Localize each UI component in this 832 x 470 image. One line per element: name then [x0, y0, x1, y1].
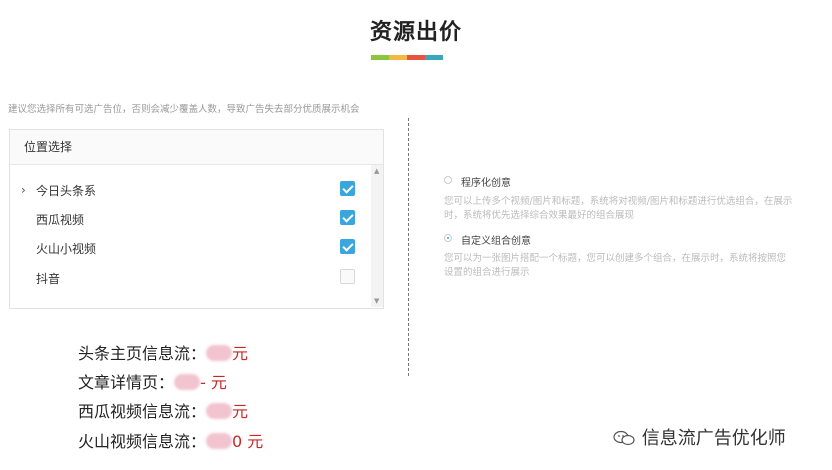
title-underline: [371, 55, 443, 60]
option-description: 您可以为一张图片搭配一个标题，您可以创建多个组合，在展示时，系统将按照您设置的组…: [444, 253, 787, 278]
checkbox-douyin[interactable]: [340, 269, 355, 284]
title-bar-red: [407, 55, 425, 60]
placement-header: 位置选择: [10, 130, 383, 165]
watermark-text: 信息流广告优化师: [641, 428, 786, 449]
price-value: - 元: [200, 373, 227, 392]
watermark: 信息流广告优化师: [612, 424, 786, 450]
expand-arrow-icon[interactable]: ›: [21, 183, 26, 197]
redacted-blur: [206, 345, 233, 361]
radio-custom[interactable]: [444, 234, 452, 242]
placement-hint: 建议您选择所有可选广告位，否则会减少覆盖人数，导致广告失去部分优质展示机会: [8, 104, 360, 115]
placement-item-xigua[interactable]: 西瓜视频: [10, 206, 370, 234]
price-value: 元: [232, 402, 249, 421]
placement-item-huoshan[interactable]: 火山小视频: [10, 235, 370, 263]
placement-item-toutiao[interactable]: › 今日头条系: [10, 177, 370, 205]
price-line: 头条主页信息流： 元: [78, 340, 248, 364]
price-label: 文章详情页：: [78, 373, 175, 392]
redacted-blur: [174, 374, 201, 390]
placement-item-douyin[interactable]: 抖音: [10, 265, 370, 293]
wechat-icon: [613, 430, 635, 446]
checkbox-xigua[interactable]: [340, 210, 355, 225]
placement-item-label: 抖音: [36, 272, 61, 286]
price-line: 文章详情页： - 元: [78, 369, 227, 393]
title-bar-green: [371, 55, 389, 60]
placement-item-label: 今日头条系: [36, 184, 97, 198]
option-label: 自定义组合创意: [461, 236, 531, 247]
title-bar-yellow: [389, 55, 407, 60]
placement-item-label: 火山小视频: [36, 242, 97, 256]
price-label: 西瓜视频信息流：: [78, 402, 207, 421]
redacted-blur: [206, 433, 233, 449]
page-title: 资源出价: [369, 20, 462, 45]
placement-item-label: 西瓜视频: [36, 213, 85, 227]
title-bar-teal: [425, 55, 443, 60]
section-divider: [408, 118, 409, 376]
price-value: 0 元: [232, 432, 264, 451]
radio-programmatic[interactable]: [444, 176, 452, 184]
checkbox-toutiao[interactable]: [340, 181, 355, 196]
redacted-blur: [206, 403, 233, 419]
price-value: 元: [232, 344, 249, 363]
checkbox-huoshan[interactable]: [340, 239, 355, 254]
scroll-down-icon[interactable]: ▼: [374, 297, 379, 305]
price-line: 西瓜视频信息流： 元: [78, 398, 248, 422]
scroll-up-icon[interactable]: ▲: [374, 167, 379, 175]
placement-panel: 位置选择 › 今日头条系 西瓜视频 火山小视频 抖音 ▲ ▼: [9, 129, 384, 309]
option-label: 程序化创意: [461, 178, 511, 189]
option-description: 您可以上传多个视频/图片和标题，系统将对视频/图片和标题进行优选组合，在展示时，…: [444, 196, 793, 221]
price-label: 火山视频信息流：: [78, 432, 207, 451]
placement-scrollbar[interactable]: ▲ ▼: [371, 165, 383, 307]
price-line: 火山视频信息流： 0 元: [78, 428, 263, 452]
price-label: 头条主页信息流：: [78, 344, 207, 363]
